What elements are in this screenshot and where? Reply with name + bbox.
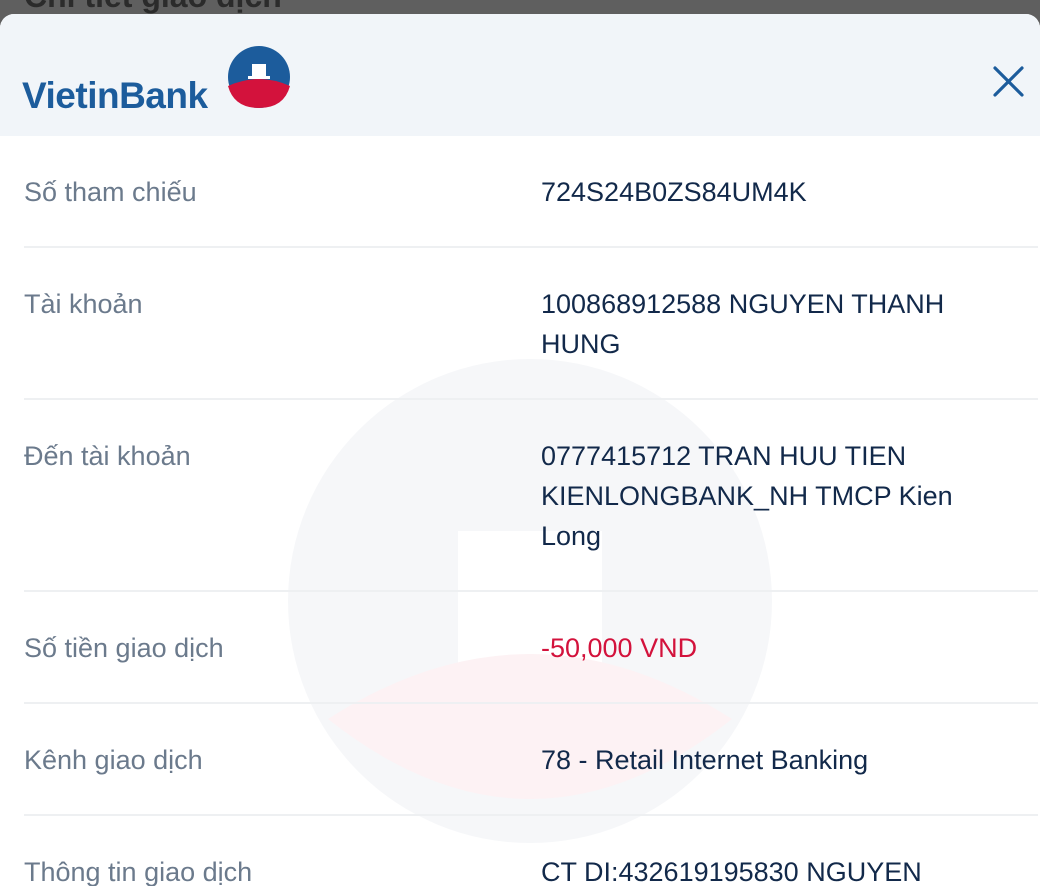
- detail-row-reference: Số tham chiếu 724S24B0ZS84UM4K: [24, 136, 1038, 248]
- detail-value: CT DI:432619195830 NGUYEN: [541, 857, 922, 886]
- close-icon: [993, 66, 1024, 97]
- amount-value: -50,000 VND: [541, 633, 698, 663]
- detail-row-to-account: Đến tài khoản 0777415712 TRAN HUU TIEN K…: [24, 400, 1038, 592]
- detail-label: Đến tài khoản: [24, 441, 191, 471]
- modal-header: VietinBank: [0, 14, 1040, 136]
- background-page: Chi tiết giao dịch: [0, 0, 1040, 14]
- transaction-details-list: Số tham chiếu 724S24B0ZS84UM4K Tài khoản…: [24, 136, 1038, 886]
- detail-label: Kênh giao dịch: [24, 745, 203, 775]
- detail-label: Thông tin giao dịch: [24, 857, 253, 886]
- detail-row-amount: Số tiền giao dịch -50,000 VND: [24, 592, 1038, 704]
- detail-value: 100868912588 NGUYEN THANH HUNG: [541, 289, 945, 359]
- background-page-title: Chi tiết giao dịch: [24, 0, 282, 14]
- logo-wordmark: VietinBank: [22, 75, 208, 116]
- detail-value: 724S24B0ZS84UM4K: [541, 177, 807, 207]
- vietinbank-logo: VietinBank: [22, 46, 292, 116]
- detail-value: 0777415712 TRAN HUU TIEN KIENLONGBANK_NH…: [541, 441, 953, 551]
- vietinbank-logo-mark-icon: [228, 46, 290, 108]
- detail-value: 78 - Retail Internet Banking: [541, 745, 869, 775]
- transaction-detail-modal: VietinBank Số tham chiếu 724S24B0ZS84UM4…: [0, 14, 1040, 886]
- close-button[interactable]: [986, 60, 1030, 104]
- detail-label: Tài khoản: [24, 289, 143, 319]
- detail-label: Số tham chiếu: [24, 177, 197, 207]
- detail-row-description: Thông tin giao dịch CT DI:432619195830 N…: [24, 816, 1038, 886]
- detail-row-channel: Kênh giao dịch 78 - Retail Internet Bank…: [24, 704, 1038, 816]
- detail-row-account: Tài khoản 100868912588 NGUYEN THANH HUNG: [24, 248, 1038, 400]
- detail-label: Số tiền giao dịch: [24, 633, 224, 663]
